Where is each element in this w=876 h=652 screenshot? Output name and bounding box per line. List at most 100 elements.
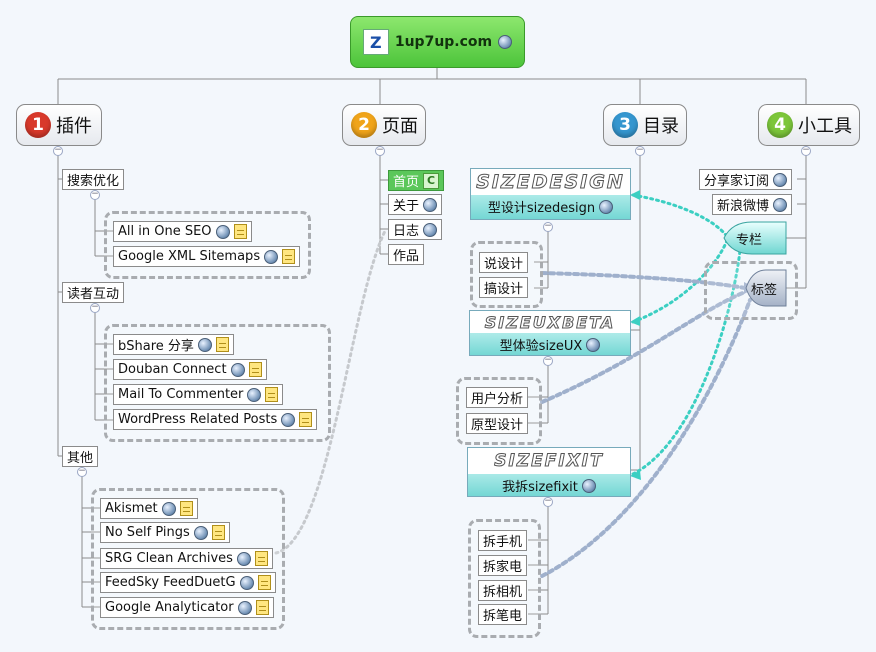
collapse-toggle[interactable]: − — [543, 497, 553, 507]
page-item[interactable]: 作品 — [388, 244, 425, 265]
widget-label: 专栏 — [736, 233, 763, 248]
globe-link-icon[interactable] — [236, 551, 251, 566]
plugin-category-seo[interactable]: 搜索优化 — [62, 169, 125, 190]
category-item[interactable]: 用户分析 — [466, 387, 529, 408]
page-label: 作品 — [393, 249, 420, 264]
globe-link-icon[interactable] — [239, 575, 254, 590]
widget-label: 标签 — [751, 283, 778, 298]
collapse-toggle[interactable]: − — [375, 146, 385, 156]
note-icon[interactable] — [248, 362, 262, 377]
globe-link-icon[interactable] — [423, 197, 438, 212]
branch-plugins[interactable]: 1 插件 — [16, 104, 102, 146]
category-item-label: 拆相机 — [483, 585, 523, 600]
category-item[interactable]: 拆相机 — [478, 580, 528, 601]
sizefixit-banner: SIZEFIXIT — [468, 448, 630, 474]
category-item[interactable]: 拆手机 — [478, 530, 528, 551]
globe-link-icon[interactable] — [230, 362, 245, 377]
note-icon[interactable] — [233, 224, 247, 239]
plugin-item[interactable]: SRG Clean Archives — [100, 548, 273, 569]
plugin-label: No Self Pings — [105, 525, 190, 540]
plugin-item[interactable]: Mail To Commenter — [113, 384, 284, 405]
category-sizedesign[interactable]: SIZEDESIGN 型设计sizedesign — [470, 168, 631, 220]
root-node[interactable]: Z 1up7up.com — [350, 16, 525, 68]
collapse-toggle[interactable]: − — [53, 146, 63, 156]
category-item[interactable]: 原型设计 — [466, 413, 529, 434]
plugin-item[interactable]: FeedSky FeedDuetG — [100, 572, 276, 593]
plugin-item[interactable]: WordPress Related Posts — [113, 409, 318, 430]
category-item-label: 拆家电 — [483, 560, 523, 575]
category-sizefixit[interactable]: SIZEFIXIT 我拆sizefixit — [467, 447, 631, 497]
note-icon[interactable] — [254, 551, 268, 566]
site-logo-icon: Z — [362, 29, 389, 55]
plugin-item[interactable]: Douban Connect — [113, 359, 267, 380]
category-label: 读者互动 — [67, 287, 120, 302]
widget-item[interactable]: 分享家订阅 — [699, 169, 793, 190]
plugin-item[interactable]: bShare 分享 — [113, 334, 234, 355]
page-item-home[interactable]: 首页 C — [388, 170, 445, 191]
category-item[interactable]: 说设计 — [479, 252, 529, 273]
globe-link-icon[interactable] — [423, 222, 438, 237]
category-sizeux[interactable]: SIZEUXBETA 型体验sizeUX — [469, 310, 631, 356]
globe-link-icon[interactable] — [498, 35, 513, 49]
category-item-label: 搞设计 — [484, 282, 524, 297]
page-item[interactable]: 关于 — [388, 194, 443, 215]
number-1-icon: 1 — [25, 112, 51, 138]
globe-link-icon[interactable] — [215, 224, 230, 239]
root-title: 1up7up.com — [394, 34, 493, 50]
globe-link-icon[interactable] — [161, 501, 176, 516]
plugin-item[interactable]: No Self Pings — [100, 522, 230, 543]
branch-pages[interactable]: 2 页面 — [342, 104, 426, 146]
note-icon[interactable] — [265, 387, 279, 402]
note-icon[interactable] — [255, 600, 269, 615]
globe-link-icon[interactable] — [197, 337, 212, 352]
widget-item[interactable]: 新浪微博 — [712, 194, 793, 215]
globe-link-icon[interactable] — [773, 197, 788, 212]
globe-link-icon[interactable] — [281, 412, 296, 427]
plugin-label: All in One SEO — [118, 224, 212, 239]
category-item[interactable]: 拆笔电 — [478, 604, 528, 625]
branch-label: 插件 — [56, 116, 92, 137]
note-icon[interactable] — [179, 501, 193, 516]
category-item-label: 拆手机 — [483, 535, 523, 550]
branch-label: 目录 — [643, 116, 679, 137]
globe-link-icon[interactable] — [581, 478, 596, 493]
branch-categories[interactable]: 3 目录 — [603, 104, 687, 146]
globe-link-icon[interactable] — [599, 199, 614, 214]
category-caption: 型体验sizeUX — [499, 339, 583, 354]
globe-link-icon[interactable] — [193, 525, 208, 540]
note-icon[interactable] — [215, 337, 229, 352]
category-item[interactable]: 拆家电 — [478, 555, 528, 576]
mind-map-canvas: Z 1up7up.com 1 插件 2 页面 3 目录 4 小工具 − − − … — [0, 0, 876, 652]
note-icon[interactable] — [282, 249, 296, 264]
note-icon[interactable] — [211, 525, 225, 540]
collapse-toggle[interactable]: − — [90, 190, 100, 200]
category-label: 其他 — [67, 451, 94, 466]
note-icon[interactable] — [257, 575, 271, 590]
page-item[interactable]: 日志 — [388, 219, 443, 240]
widget-tags[interactable]: 标签 — [747, 278, 781, 299]
branch-label: 页面 — [382, 116, 418, 137]
branch-widgets[interactable]: 4 小工具 — [758, 104, 860, 146]
collapse-toggle[interactable]: − — [543, 222, 553, 232]
collapse-toggle[interactable]: − — [635, 146, 645, 156]
plugin-label: SRG Clean Archives — [105, 551, 233, 566]
plugin-item[interactable]: Google Analyticator — [100, 597, 274, 618]
widget-column[interactable]: 专栏 — [732, 228, 766, 249]
globe-link-icon[interactable] — [247, 387, 262, 402]
globe-link-icon[interactable] — [773, 172, 788, 187]
globe-link-icon[interactable] — [237, 600, 252, 615]
category-caption: 型设计sizedesign — [487, 201, 596, 216]
collapse-toggle[interactable]: − — [801, 146, 811, 156]
globe-link-icon[interactable] — [586, 337, 601, 352]
plugin-category-social[interactable]: 读者互动 — [62, 282, 125, 303]
note-icon[interactable] — [299, 412, 313, 427]
collapse-toggle[interactable]: − — [543, 356, 553, 366]
plugin-item[interactable]: All in One SEO — [113, 221, 252, 242]
category-item[interactable]: 搞设计 — [479, 277, 529, 298]
globe-link-icon[interactable] — [264, 249, 279, 264]
collapse-toggle[interactable]: − — [90, 303, 100, 313]
plugin-category-other[interactable]: 其他 — [62, 446, 99, 467]
plugin-item[interactable]: Google XML Sitemaps — [113, 246, 301, 267]
collapse-toggle[interactable]: − — [77, 467, 87, 477]
plugin-item[interactable]: Akismet — [100, 498, 198, 519]
